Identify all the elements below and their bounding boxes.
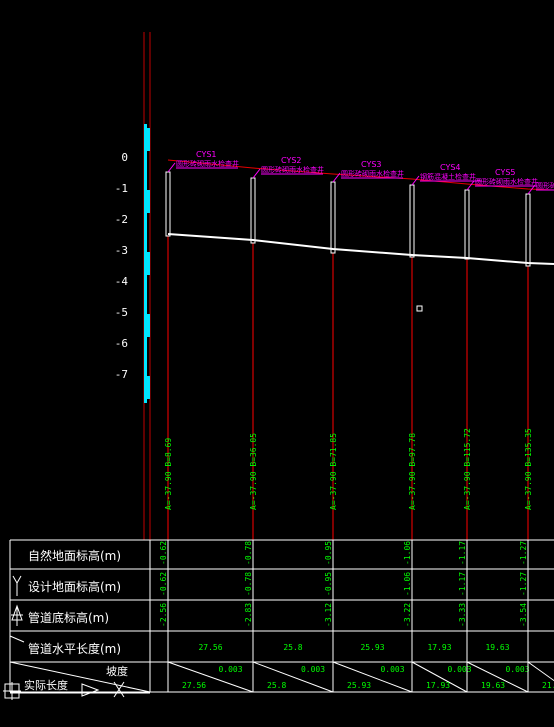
row-label-length: 管道水平长度(m) [28,641,121,656]
table-value: -2.56 [159,603,168,627]
slope-value: 0.003 [380,665,404,674]
table-value: -1.06 [403,541,412,565]
scale-segment-notch [147,128,150,151]
station-coordinate: A=-37.90 B=135.35 [524,428,533,510]
station-coordinate: A=-37.90 B=36.05 [249,433,258,510]
row-label-design: 设计地面标高(m) [28,579,121,594]
actual-length-value: 21.74 [542,681,554,690]
station-coordinate: A=-37.90 B=8.69 [164,438,173,510]
table-value: -1.17 [458,541,467,565]
table-value: -1.06 [403,572,412,596]
table-value: -1.17 [458,572,467,596]
scale-segment [144,124,147,155]
table-value: -3.54 [519,603,528,627]
table-value: -0.62 [159,572,168,596]
actual-length-value: 25.8 [267,681,286,690]
scale-segment [144,310,147,341]
table-value: -0.95 [324,541,333,565]
pipe-length-value: 25.93 [360,643,384,652]
pipe-length-value: 25.8 [283,643,302,652]
actual-length-value: 17.93 [426,681,450,690]
pipe-length-value: 19.63 [485,643,509,652]
manhole-tag: CYS5 [495,168,516,177]
manhole-tag: CYS2 [281,156,302,165]
scale-tick-label: -4 [115,275,129,288]
row-label-ground: 自然地面标高(m) [28,548,121,563]
table-value: -3.22 [403,603,412,627]
scale-segment-notch [147,314,150,337]
table-value: -3.12 [324,603,333,627]
station-coordinate: A=-37.90 B=115.72 [463,428,472,510]
scale-segment-notch [144,159,147,182]
row-label-actual: 实际长度 [24,678,68,692]
actual-length-value: 25.93 [347,681,371,690]
scale-segment [144,248,147,279]
table-value: -2.83 [244,603,253,627]
actual-length-value: 19.63 [481,681,505,690]
slope-value: 0.003 [218,665,242,674]
manhole-desc: 圆形砖 [536,181,554,190]
scale-segment-notch [144,221,147,244]
scale-tick-label: 0 [121,151,128,164]
table-value: -1.27 [519,541,528,565]
scale-tick-label: -3 [115,244,128,257]
table-value: -3.33 [458,603,467,627]
table-value: -0.78 [244,541,253,565]
table-value: -1.27 [519,572,528,596]
table-value: -0.62 [159,541,168,565]
manhole-desc: 钢筋混凝土检查井 [420,172,476,181]
scale-segment-notch [144,283,147,306]
profile-drawing: 0-1-2-3-4-5-6-7 CYS1圆形砖砌雨水检查井A=-37.90 B=… [0,0,554,727]
scale-segment-notch [147,190,150,213]
slope-value: 0.003 [505,665,529,674]
scale-segment-notch [147,376,150,399]
actual-length-value: 27.56 [182,681,206,690]
scale-tick-label: -7 [115,368,128,381]
scale-tick-label: -5 [115,306,128,319]
scale-tick-label: -1 [115,182,128,195]
slope-value: 0.003 [447,665,471,674]
station-coordinate: A=-37.90 B=97.78 [408,433,417,510]
manhole-tag: CYS3 [361,160,382,169]
scale-tick-label: -6 [115,337,128,350]
scale-segment-notch [144,345,147,368]
cad-profile-view: 0 -1 -2 -3 -4 -5 -6 -7 CYS1 圆形砖砌雨水检查井 A=-37.90 B=… [0,0,554,727]
manhole-tag: CYS1 [196,150,217,159]
manhole-desc: 圆形砖砌雨水检查井 [341,169,404,178]
row-label-slope: 坡度 [106,664,128,678]
manhole-desc: 圆形砖砌雨水检查井 [475,177,538,186]
station-coordinate: A=-37.90 B=71.85 [329,433,338,510]
table-value: -0.95 [324,572,333,596]
slope-value: 0.003 [301,665,325,674]
pipe-length-value: 17.93 [427,643,451,652]
pipe-length-value: 27.56 [198,643,222,652]
manhole-tag: CYS4 [440,163,461,172]
scale-segment [144,186,147,217]
manhole-desc: 圆形砖砌雨水检查井 [176,159,239,168]
scale-segment-notch [147,252,150,275]
manhole-desc: 圆形砖砌雨水检查井 [261,165,324,174]
scale-segment [144,372,147,403]
table-value: -0.78 [244,572,253,596]
scale-tick-label: -2 [115,213,128,226]
row-label-bottom: 管道底标高(m) [28,610,109,625]
